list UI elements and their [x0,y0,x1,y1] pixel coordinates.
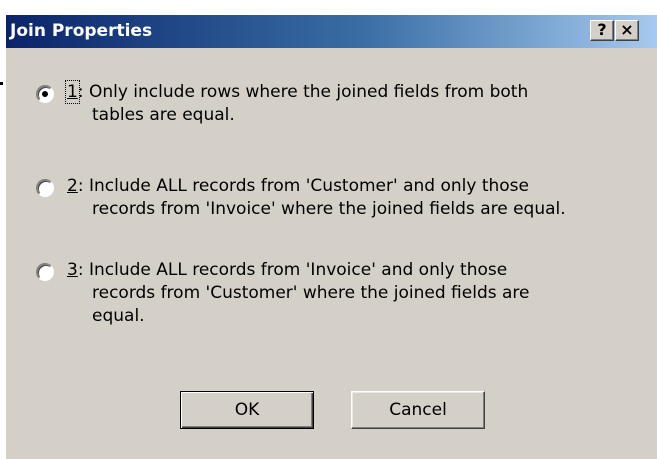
option-3-line-2: records from 'Customer' where the joined… [92,283,530,303]
option-3-line-3: equal. [92,306,145,326]
cancel-button[interactable]: Cancel [351,391,485,429]
option-1-line-1: Only include rows where the joined field… [88,82,529,102]
join-properties-dialog: Join Properties ? × 1: Only include rows… [6,15,657,459]
window-title: Join Properties [10,21,153,41]
option-3-text[interactable]: 3: Include ALL records from 'Invoice' an… [67,259,647,328]
stray-dot [0,82,3,85]
radio-option-1[interactable] [36,85,54,103]
option-1-text[interactable]: 1: Only include rows where the joined fi… [65,80,647,127]
option-2-number: 2 [67,176,78,196]
option-2-text[interactable]: 2: Include ALL records from 'Customer' a… [67,175,647,221]
option-2-line-1: Include ALL records from 'Customer' and … [88,176,529,196]
option-3-line-1: Include ALL records from 'Invoice' and o… [88,260,508,280]
option-3-number: 3 [67,260,78,280]
option-1-number: 1 [65,80,80,104]
close-button[interactable]: × [615,20,639,41]
ok-button[interactable]: OK [180,391,314,429]
help-button[interactable]: ? [590,20,614,41]
title-bar: Join Properties ? × [6,15,657,48]
radio-option-3[interactable] [36,263,54,281]
option-1-line-2: tables are equal. [92,105,235,125]
option-2-line-2: records from 'Invoice' where the joined … [92,199,566,219]
radio-selected-dot [42,91,48,97]
radio-option-2[interactable] [36,179,54,197]
